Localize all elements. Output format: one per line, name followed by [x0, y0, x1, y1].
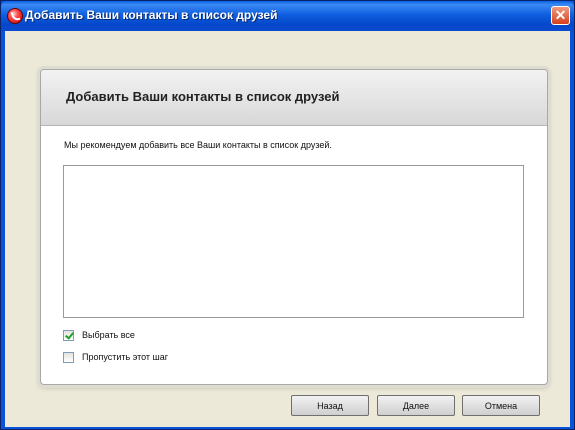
- panel-title: Добавить Ваши контакты в список друзей: [66, 89, 340, 104]
- skip-step-checkbox[interactable]: [63, 351, 74, 363]
- title-bar[interactable]: Добавить Ваши контакты в список друзей ✕: [1, 1, 574, 31]
- content-panel: Добавить Ваши контакты в список друзей М…: [40, 69, 548, 385]
- close-icon: ✕: [554, 7, 567, 23]
- app-logo-icon: [7, 8, 23, 24]
- back-button[interactable]: Назад: [291, 395, 369, 416]
- window-title: Добавить Ваши контакты в список друзей: [25, 8, 278, 22]
- dialog-window: Добавить Ваши контакты в список друзей ✕…: [0, 0, 575, 430]
- contacts-list[interactable]: [63, 165, 524, 318]
- panel-header: Добавить Ваши контакты в список друзей: [41, 70, 547, 126]
- skip-step-option[interactable]: Пропустить этот шаг: [63, 350, 168, 364]
- select-all-label: Выбрать все: [82, 330, 135, 340]
- cancel-button[interactable]: Отмена: [462, 395, 540, 416]
- skip-step-label: Пропустить этот шаг: [82, 352, 169, 362]
- select-all-option[interactable]: Выбрать все: [63, 328, 135, 342]
- description-text: Мы рекомендуем добавить все Ваши контакт…: [64, 140, 332, 150]
- next-button[interactable]: Далее: [377, 395, 455, 416]
- client-area: Добавить Ваши контакты в список друзей М…: [5, 31, 570, 427]
- select-all-checkbox[interactable]: [63, 329, 74, 341]
- close-button[interactable]: ✕: [551, 6, 570, 25]
